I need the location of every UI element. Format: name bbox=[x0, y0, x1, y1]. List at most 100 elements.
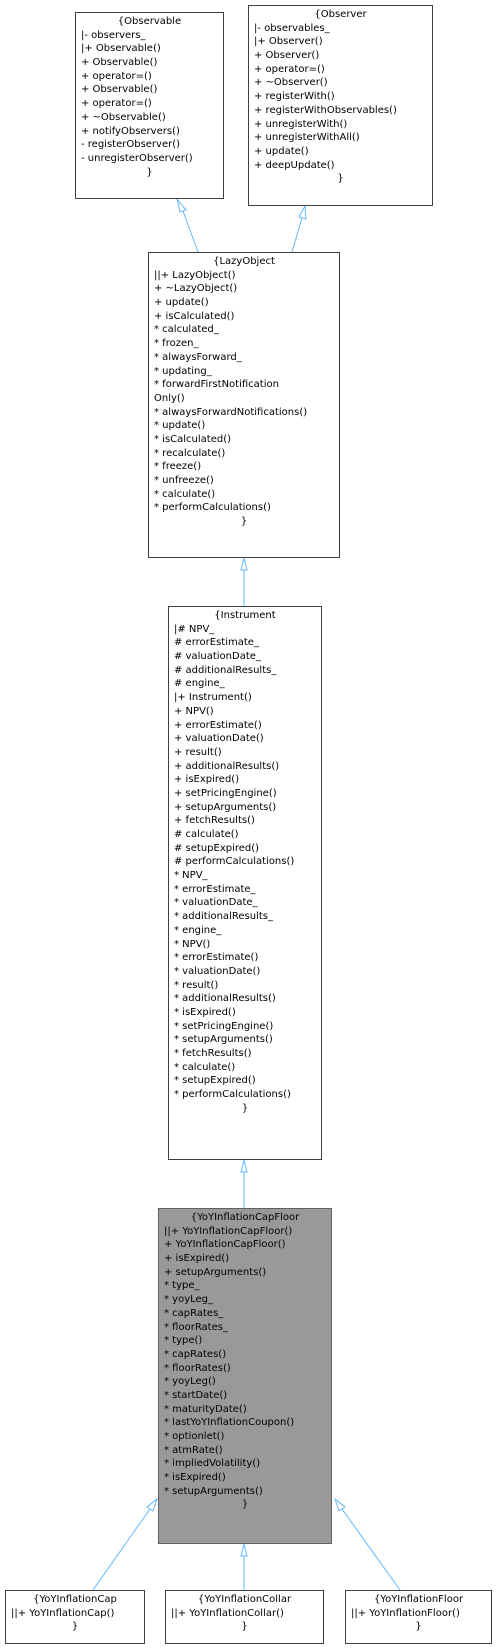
class-member: * unfreeze() bbox=[154, 475, 214, 486]
class-member: + ~Observer() bbox=[254, 77, 328, 89]
class-member: + Observer() bbox=[254, 50, 320, 62]
class-member: + isCalculated() bbox=[154, 310, 235, 322]
class-title: {LazyObject bbox=[213, 256, 275, 267]
class-member: * maturityDate() bbox=[164, 1403, 247, 1415]
arrowhead-instrument bbox=[240, 1159, 248, 1173]
class-member: * performCalculations() bbox=[154, 502, 271, 514]
class-member: * startDate() bbox=[164, 1389, 228, 1401]
class-member: * capRates() bbox=[164, 1348, 227, 1360]
class-member: + registerWithObservables() bbox=[254, 104, 397, 116]
class-member: - registerObserver() bbox=[81, 139, 181, 151]
class-closer: } bbox=[241, 1102, 249, 1114]
class-member: Only() bbox=[154, 392, 185, 404]
class-member: * errorEstimate_ bbox=[174, 883, 256, 895]
arrowhead-capfloor-right bbox=[333, 1497, 346, 1512]
class-member: + Observable() bbox=[81, 84, 158, 96]
class-member: * optionlet() bbox=[164, 1431, 225, 1442]
class-member: # errorEstimate_ bbox=[174, 637, 259, 649]
class-member: * floorRates() bbox=[164, 1362, 231, 1374]
class-member: * calculate() bbox=[154, 488, 216, 500]
class-member: ||+ YoYInflationCapFloor() bbox=[164, 1225, 293, 1237]
class-member: |+ Instrument() bbox=[174, 692, 252, 704]
class-member: * calculate() bbox=[174, 1061, 236, 1073]
class-member: + operator=() bbox=[81, 98, 152, 110]
class-member: + setupArguments() bbox=[174, 801, 277, 813]
class-member: # calculate() bbox=[174, 829, 239, 840]
class-member: + isExpired() bbox=[174, 774, 240, 786]
class-member: * alwaysForward_ bbox=[154, 351, 242, 363]
class-member: + additionalResults() bbox=[174, 760, 280, 772]
class-title: {YoYInflationFloor bbox=[373, 1594, 464, 1605]
class-member: * frozen_ bbox=[154, 338, 199, 350]
class-member: ||+ YoYInflationFloor() bbox=[351, 1607, 460, 1619]
class-member: * fetchResults() bbox=[174, 1048, 252, 1059]
class-title: {Observer bbox=[314, 9, 367, 20]
class-closer: } bbox=[241, 1499, 249, 1511]
class-member: * NPV_ bbox=[174, 870, 208, 882]
class-member: + operator=() bbox=[254, 63, 325, 75]
class-node-lazyobject[interactable]: {LazyObject ||+ LazyObject() + ~LazyObje… bbox=[148, 252, 340, 558]
class-title: {Observable bbox=[117, 16, 182, 27]
class-closer: } bbox=[241, 1621, 248, 1633]
class-member: * errorEstimate() bbox=[174, 952, 259, 964]
class-member: * additionalResults() bbox=[174, 993, 276, 1005]
class-node-yoyinflationfloor[interactable]: {YoYInflationFloor ||+ YoYInflationFloor… bbox=[345, 1590, 492, 1644]
class-member: * capRates_ bbox=[164, 1307, 224, 1319]
edge-lazyobject-observer bbox=[291, 217, 303, 253]
class-member: + update() bbox=[254, 145, 309, 157]
arrowhead-lazyobject bbox=[240, 557, 248, 571]
class-member: + valuationDate() bbox=[174, 733, 264, 745]
class-node-yoyinflationcollar[interactable]: {YoYInflationCollar ||+ YoYInflationColl… bbox=[165, 1590, 324, 1644]
class-member: * isExpired() bbox=[174, 1006, 236, 1018]
class-node-observable[interactable]: {Observable |- observers_ |+ Observable(… bbox=[75, 12, 224, 199]
class-member: * result() bbox=[174, 979, 219, 991]
class-member: + unregisterWith() bbox=[254, 118, 348, 130]
class-member: + operator=() bbox=[81, 70, 152, 82]
class-title: {YoYInflationCollar bbox=[197, 1594, 292, 1605]
class-node-observer[interactable]: {Observer |- observables_ |+ Observer() … bbox=[248, 5, 433, 206]
class-member: ||+ YoYInflationCollar() bbox=[171, 1607, 284, 1619]
class-member: * calculated_ bbox=[154, 324, 219, 336]
class-member: * yoyLeg() bbox=[164, 1376, 216, 1388]
class-member: * isCalculated() bbox=[154, 433, 232, 445]
class-member: * freeze() bbox=[154, 461, 202, 473]
class-member: # engine_ bbox=[174, 678, 225, 690]
class-member: + deepUpdate() bbox=[254, 159, 335, 171]
class-member: * additionalResults_ bbox=[174, 911, 273, 923]
arrowhead-observable bbox=[176, 198, 187, 213]
class-member: * atmRate() bbox=[164, 1444, 223, 1456]
class-closer: } bbox=[146, 166, 153, 178]
class-member: * NPV() bbox=[174, 938, 211, 950]
class-node-instrument[interactable]: {Instrument |# NPV_ # errorEstimate_ # v… bbox=[168, 606, 322, 1160]
class-node-yoyinflationcap[interactable]: {YoYInflationCap ||+ YoYInflationCap() } bbox=[5, 1590, 145, 1644]
class-title: {YoYInflationCap bbox=[33, 1594, 117, 1605]
class-title: {YoYInflationCapFloor bbox=[190, 1212, 300, 1223]
class-member: # additionalResults_ bbox=[174, 664, 277, 676]
class-member: * type() bbox=[164, 1335, 203, 1347]
class-member: * update() bbox=[154, 420, 206, 432]
edge-cap-capfloor bbox=[92, 1508, 151, 1591]
class-member: |# NPV_ bbox=[174, 623, 215, 635]
class-member: * setPricingEngine() bbox=[174, 1020, 274, 1032]
class-member: + setPricingEngine() bbox=[174, 787, 277, 799]
class-title: {Instrument bbox=[214, 610, 276, 621]
class-member: |+ Observer() bbox=[254, 36, 323, 48]
class-member: # setupExpired() bbox=[174, 842, 260, 854]
class-member: + fetchResults() bbox=[174, 815, 255, 827]
class-member: # performCalculations() bbox=[174, 856, 295, 868]
arrowhead-capfloor-center bbox=[240, 1543, 248, 1557]
class-member: + setupArguments() bbox=[164, 1266, 267, 1278]
class-member: + result() bbox=[174, 746, 222, 758]
class-member: * recalculate() bbox=[154, 447, 226, 459]
class-member: ||+ YoYInflationCap() bbox=[11, 1607, 115, 1619]
arrowhead-observer bbox=[298, 204, 307, 220]
class-member: * isExpired() bbox=[164, 1472, 226, 1484]
class-member: * type_ bbox=[164, 1280, 200, 1292]
class-member: * valuationDate() bbox=[174, 965, 261, 977]
class-node-yoyinflationcapfloor[interactable]: {YoYInflationCapFloor ||+ YoYInflationCa… bbox=[158, 1208, 332, 1544]
class-member: * forwardFirstNotification bbox=[154, 379, 279, 391]
class-member: # valuationDate_ bbox=[174, 651, 261, 663]
class-member: + ~LazyObject() bbox=[154, 283, 238, 295]
class-member: + unregisterWithAll() bbox=[254, 132, 360, 144]
class-member: * performCalculations() bbox=[174, 1089, 291, 1101]
